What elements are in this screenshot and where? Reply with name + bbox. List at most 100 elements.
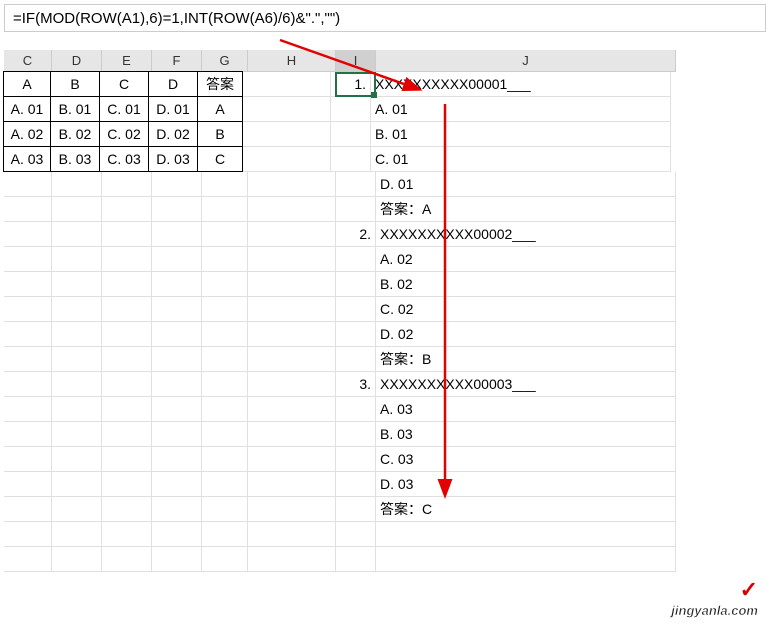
cell[interactable]: [52, 547, 102, 572]
cell[interactable]: [152, 272, 202, 297]
spreadsheet-grid[interactable]: C D E F G H I J ABCD答案1.XXXXXXXXXX00001_…: [4, 50, 770, 572]
cell[interactable]: [102, 422, 152, 447]
cell[interactable]: B: [50, 71, 100, 97]
cell[interactable]: [336, 447, 376, 472]
formula-input[interactable]: [5, 8, 765, 29]
cell[interactable]: [331, 122, 371, 147]
cell[interactable]: C. 03: [376, 447, 676, 472]
cell[interactable]: [4, 322, 52, 347]
cell[interactable]: B. 03: [376, 422, 676, 447]
cell[interactable]: [248, 297, 336, 322]
cell[interactable]: A. 02: [376, 247, 676, 272]
cell[interactable]: [202, 397, 248, 422]
cell[interactable]: [152, 297, 202, 322]
cell[interactable]: [102, 297, 152, 322]
col-header-I[interactable]: I: [336, 50, 376, 72]
cell[interactable]: XXXXXXXXXX00002___: [376, 222, 676, 247]
cell[interactable]: [336, 472, 376, 497]
cell[interactable]: [243, 147, 331, 172]
cell[interactable]: [152, 372, 202, 397]
cell[interactable]: XXXXXXXXXX00001___: [371, 72, 671, 97]
cell[interactable]: [52, 497, 102, 522]
cell[interactable]: B: [197, 121, 243, 147]
cell[interactable]: [202, 347, 248, 372]
cell[interactable]: 2.: [336, 222, 376, 247]
cell[interactable]: [243, 97, 331, 122]
cell[interactable]: 答案：C: [376, 497, 676, 522]
cell[interactable]: [52, 247, 102, 272]
cell[interactable]: [52, 522, 102, 547]
cell[interactable]: B. 01: [371, 122, 671, 147]
cell[interactable]: [202, 497, 248, 522]
cell[interactable]: [336, 422, 376, 447]
cell[interactable]: C. 02: [376, 297, 676, 322]
cell[interactable]: [4, 222, 52, 247]
cell[interactable]: [202, 297, 248, 322]
cell[interactable]: [336, 197, 376, 222]
cell[interactable]: [102, 197, 152, 222]
cell[interactable]: A. 03: [3, 146, 51, 172]
cell[interactable]: 答案：B: [376, 347, 676, 372]
col-header-D[interactable]: D: [52, 50, 102, 72]
cell[interactable]: [102, 347, 152, 372]
cell[interactable]: [331, 97, 371, 122]
cell[interactable]: [248, 472, 336, 497]
cell[interactable]: [248, 247, 336, 272]
cell[interactable]: 答案: [197, 71, 243, 97]
cell[interactable]: [4, 247, 52, 272]
grid-body[interactable]: ABCD答案1.XXXXXXXXXX00001___A. 01B. 01C. 0…: [4, 72, 770, 572]
cell[interactable]: [248, 397, 336, 422]
cell[interactable]: [152, 322, 202, 347]
formula-bar[interactable]: [4, 4, 766, 32]
cell[interactable]: [243, 122, 331, 147]
cell[interactable]: [52, 372, 102, 397]
cell[interactable]: [52, 197, 102, 222]
cell[interactable]: [102, 447, 152, 472]
cell[interactable]: D. 01: [148, 96, 198, 122]
cell[interactable]: [152, 172, 202, 197]
cell[interactable]: C. 02: [99, 121, 149, 147]
cell[interactable]: [336, 172, 376, 197]
cell[interactable]: [152, 447, 202, 472]
cell[interactable]: [248, 447, 336, 472]
cell[interactable]: [52, 297, 102, 322]
cell[interactable]: [4, 522, 52, 547]
cell[interactable]: [336, 272, 376, 297]
cell[interactable]: [102, 372, 152, 397]
col-header-E[interactable]: E: [102, 50, 152, 72]
cell[interactable]: [336, 547, 376, 572]
cell[interactable]: [248, 272, 336, 297]
cell[interactable]: D. 02: [376, 322, 676, 347]
cell[interactable]: [202, 222, 248, 247]
col-header-J[interactable]: J: [376, 50, 676, 72]
cell[interactable]: [336, 247, 376, 272]
cell[interactable]: [4, 547, 52, 572]
cell[interactable]: [202, 372, 248, 397]
cell[interactable]: [102, 547, 152, 572]
cell[interactable]: [4, 397, 52, 422]
cell[interactable]: [248, 522, 336, 547]
cell[interactable]: [336, 522, 376, 547]
cell[interactable]: D. 02: [148, 121, 198, 147]
cell[interactable]: [102, 222, 152, 247]
cell[interactable]: [4, 372, 52, 397]
cell[interactable]: 答案：A: [376, 197, 676, 222]
cell[interactable]: 1.: [331, 72, 371, 97]
cell[interactable]: [52, 447, 102, 472]
cell[interactable]: [248, 222, 336, 247]
cell[interactable]: [336, 347, 376, 372]
cell[interactable]: B. 03: [50, 146, 100, 172]
col-header-H[interactable]: H: [248, 50, 336, 72]
cell[interactable]: [52, 272, 102, 297]
cell[interactable]: [102, 172, 152, 197]
cell[interactable]: [152, 472, 202, 497]
cell[interactable]: [248, 372, 336, 397]
cell[interactable]: [202, 247, 248, 272]
cell[interactable]: [152, 547, 202, 572]
cell[interactable]: [248, 347, 336, 372]
cell[interactable]: [4, 272, 52, 297]
cell[interactable]: [202, 447, 248, 472]
cell[interactable]: [4, 447, 52, 472]
cell[interactable]: C: [99, 71, 149, 97]
cell[interactable]: [202, 547, 248, 572]
